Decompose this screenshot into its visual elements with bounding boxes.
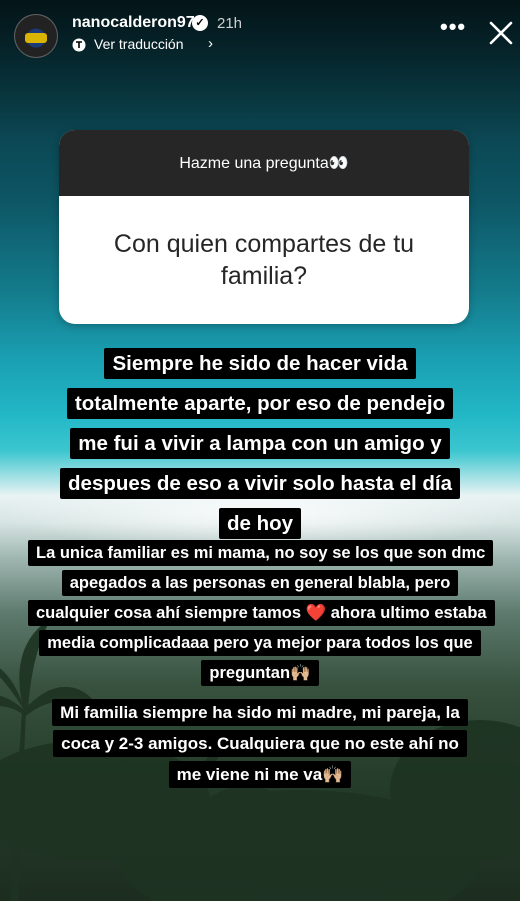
question-text: Con quien compartes de tu familia? <box>113 230 415 290</box>
story-view[interactable]: nanocalderon97 ✓ 21h Ver traducción › ••… <box>0 0 520 901</box>
answer-text-3: Mi familia siempre ha sido mi madre, mi … <box>50 697 470 790</box>
question-prompt: Hazme una pregunta👀 <box>59 130 469 196</box>
timestamp: 21h <box>217 15 243 32</box>
answer-text-1: Siempre he sido de hacer vida totalmente… <box>60 344 460 544</box>
see-translation-link[interactable]: Ver traducción <box>94 36 184 52</box>
chevron-right-icon: › <box>208 35 213 52</box>
question-sticker[interactable]: Hazme una pregunta👀 Con quien compartes … <box>59 130 469 324</box>
answer-text-2-content: La unica familiar es mi mama, no soy se … <box>28 540 495 686</box>
answer-text-1-content: Siempre he sido de hacer vida totalmente… <box>60 348 460 539</box>
username[interactable]: nanocalderon97 <box>72 14 195 32</box>
verified-icon: ✓ <box>192 15 208 31</box>
avatar[interactable] <box>14 14 58 58</box>
translate-icon <box>72 38 86 52</box>
answer-text-2: La unica familiar es mi mama, no soy se … <box>28 538 495 688</box>
more-options-icon[interactable]: ••• <box>440 16 466 38</box>
close-icon[interactable] <box>486 18 516 48</box>
answer-text-3-content: Mi familia siempre ha sido mi madre, mi … <box>52 699 468 788</box>
story-header: nanocalderon97 ✓ 21h Ver traducción › ••… <box>0 0 520 70</box>
